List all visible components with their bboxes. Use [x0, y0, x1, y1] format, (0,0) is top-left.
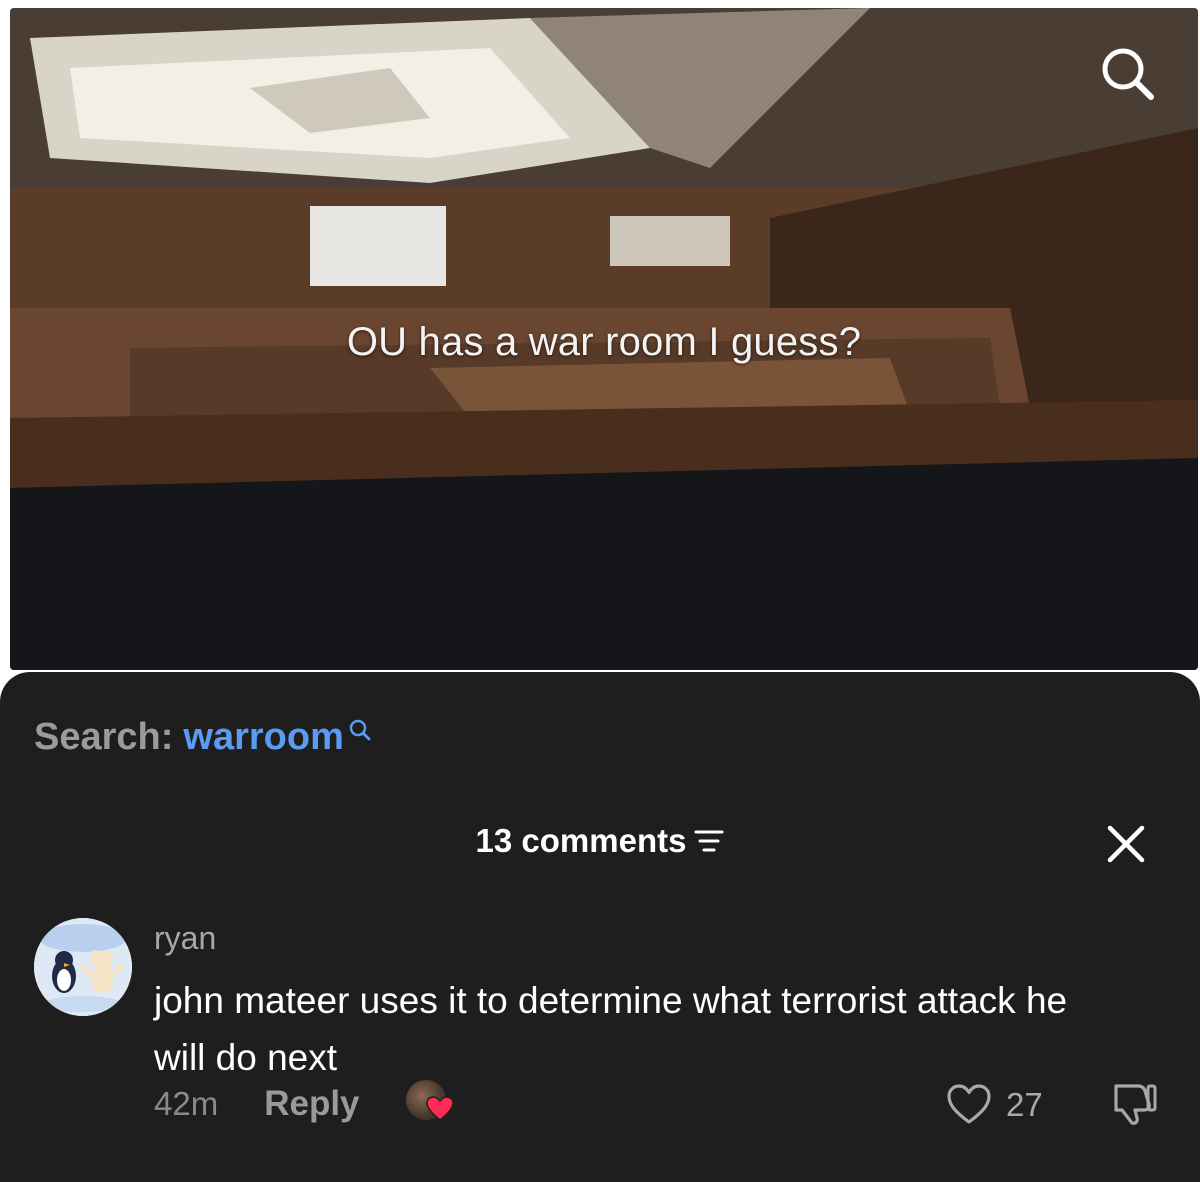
comment-item: ryan john mateer uses it to determine wh…: [34, 914, 1174, 1174]
video-caption: OU has a war room I guess?: [346, 320, 862, 364]
like-count: 27: [1006, 1086, 1043, 1123]
avatar[interactable]: [34, 918, 132, 1016]
creator-liked-badge: [405, 1080, 454, 1128]
comment-timestamp: 42m: [154, 1085, 219, 1122]
video-player[interactable]: OU has a war room I guess?: [10, 8, 1198, 670]
heart-icon: [425, 1096, 454, 1121]
dislike-button[interactable]: [1108, 1082, 1158, 1131]
comment-username[interactable]: ryan: [154, 920, 216, 957]
heart-outline-icon: [947, 1084, 991, 1124]
search-term-link[interactable]: warroom: [183, 716, 343, 759]
reply-button[interactable]: Reply: [264, 1084, 359, 1124]
comment-text: john mateer uses it to determine what te…: [154, 980, 1068, 1078]
close-button[interactable]: [1104, 822, 1148, 866]
thumbs-down-icon: [1114, 1084, 1157, 1125]
comments-count: 13 comments: [475, 822, 687, 859]
comments-sheet: Search: warroom 13 comments ryan john ma…: [0, 672, 1200, 1182]
like-button[interactable]: 27: [946, 1084, 1043, 1126]
comments-header: 13 comments: [0, 822, 1200, 860]
close-icon: [1107, 825, 1145, 863]
comment-meta: 42m Reply: [154, 1080, 454, 1128]
search-prefix: Search:: [34, 716, 174, 758]
search-icon: [349, 719, 371, 741]
filter-icon[interactable]: [694, 828, 724, 854]
video-search-button[interactable]: [1096, 42, 1160, 106]
search-suggestion[interactable]: Search: warroom: [34, 716, 372, 759]
search-icon: [1102, 48, 1154, 100]
avatar-image: [34, 918, 132, 1016]
